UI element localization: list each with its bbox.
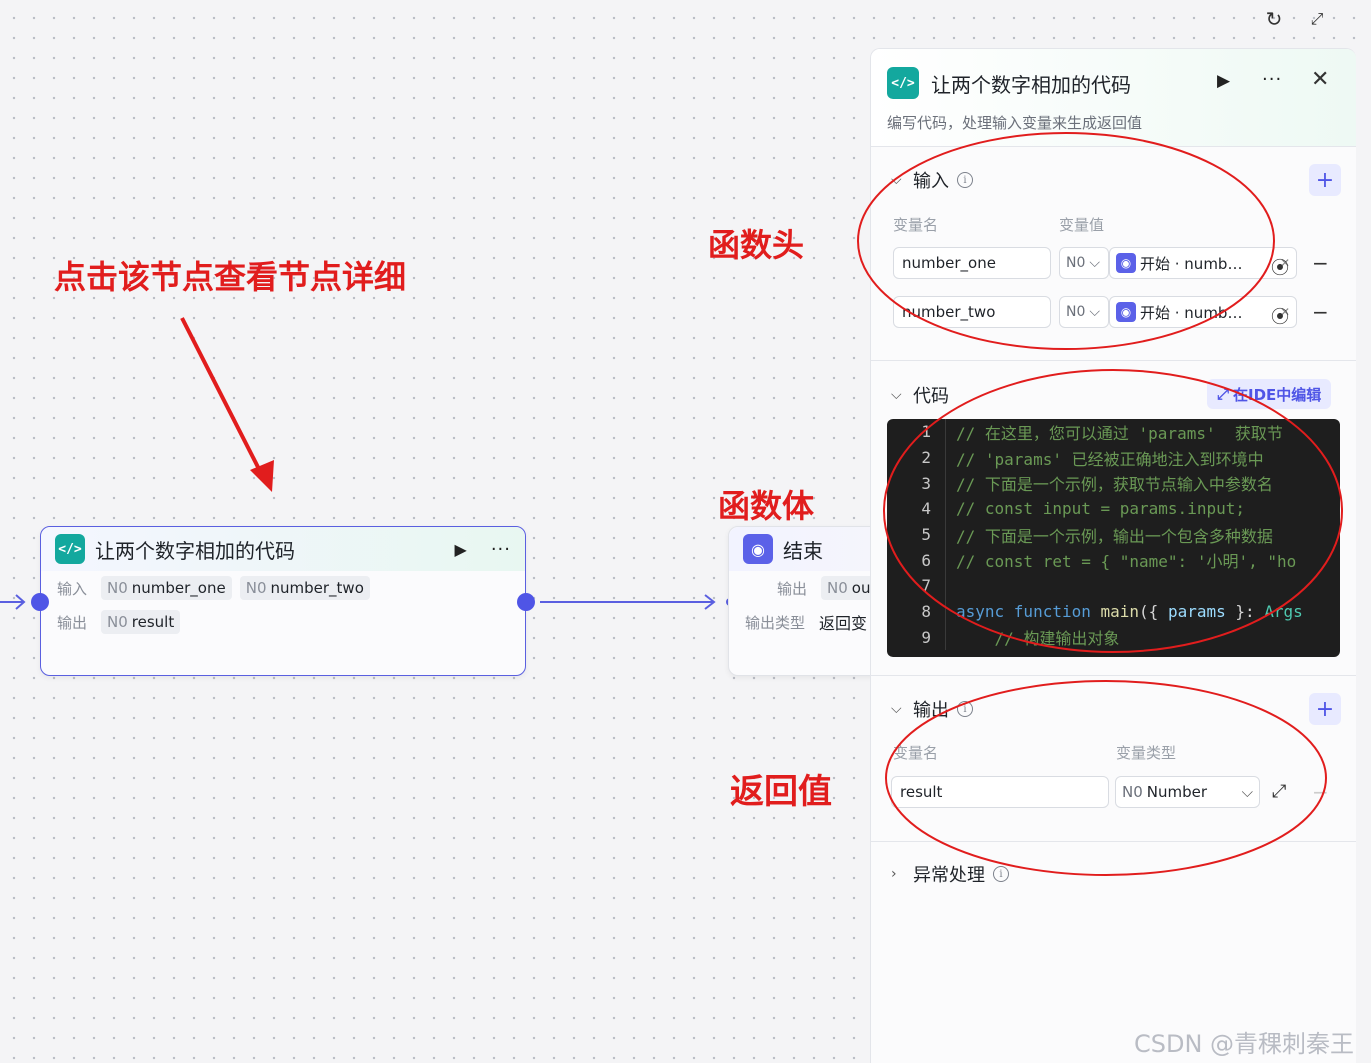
output-handle[interactable] [517, 593, 535, 611]
code-node-output-row: 输出 N0 result [41, 605, 525, 639]
code-editor[interactable]: 1// 在这里，您可以通过 'params' 获取节 2// 'params' … [887, 419, 1340, 657]
panel-subtitle: 编写代码，处理输入变量来生成返回值 [887, 114, 1143, 132]
refresh-icon[interactable]: ↻ [1261, 6, 1287, 32]
info-icon: i [957, 701, 973, 717]
ref-node-icon: ◉ [1116, 302, 1136, 322]
output-name-field[interactable]: result [891, 776, 1109, 808]
input-ref-field[interactable]: ◉ 开始 · numb… ✕ [1109, 296, 1297, 328]
input-type-select[interactable]: N0 ⌵ [1059, 247, 1109, 279]
chevron-down-icon: ⌵ [891, 387, 902, 403]
annotation-arrow [180, 317, 274, 492]
end-output-type-value: 返回变 [819, 614, 868, 633]
code-node-title: 让两个数字相加的代码 [95, 538, 295, 563]
panel-header: </> 让两个数字相加的代码 ▶ ··· ✕ 编写代码，处理输入变量来生成返回值 [871, 49, 1356, 147]
col-var-name: 变量名 [893, 216, 939, 234]
input-label: 输入 [57, 579, 88, 598]
chevron-down-icon: ⌵ [891, 172, 902, 188]
run-icon[interactable]: ▶ [455, 540, 467, 559]
output-label: 输出 [57, 613, 88, 632]
output-tag: N0 result [101, 610, 181, 634]
output-section-header[interactable]: ⌵ 输出 i [891, 696, 973, 722]
annotation-click-hint: 点击该节点查看节点详细 [54, 258, 407, 296]
col-var-type: 变量类型 [1116, 744, 1177, 762]
code-icon: </> [887, 67, 919, 99]
input-name-field[interactable]: number_one [893, 247, 1051, 279]
expand-icon[interactable]: ⤢ [1272, 781, 1286, 802]
add-output-button[interactable]: + [1309, 693, 1341, 725]
end-output-tag: N0 ou [821, 576, 877, 600]
code-section-header[interactable]: ⌵ 代码 [891, 382, 949, 408]
end-output-type-label: 输出类型 [745, 613, 806, 632]
panel-title: 让两个数字相加的代码 [931, 73, 1131, 97]
more-icon[interactable]: ··· [1262, 69, 1282, 90]
code-node-detail-panel: </> 让两个数字相加的代码 ▶ ··· ✕ 编写代码，处理输入变量来生成返回值… [870, 48, 1356, 1063]
end-output-label: 输出 [777, 579, 808, 598]
output-type-select[interactable]: N0 Number ⌵ [1115, 776, 1260, 808]
chevron-down-icon: ⌵ [891, 701, 902, 717]
input-type-select[interactable]: N0 ⌵ [1059, 296, 1109, 328]
ref-node-icon: ◉ [1116, 253, 1136, 273]
end-icon: ◉ [743, 534, 773, 564]
annotation-func-head: 函数头 [708, 226, 805, 264]
divider [871, 841, 1356, 842]
input-section-title: 输入 [913, 171, 949, 192]
code-node-input-row: 输入 N0 number_one N0 number_two [41, 571, 525, 605]
input-section-header[interactable]: ⌵ 输入 i [891, 167, 973, 193]
code-icon: </> [55, 534, 85, 564]
close-icon[interactable]: ✕ [1311, 67, 1329, 92]
output-section-title: 输出 [913, 700, 949, 721]
target-icon[interactable]: ⦿ [1271, 254, 1289, 280]
run-icon[interactable]: ▶ [1217, 71, 1230, 91]
col-var-value: 变量值 [1059, 216, 1105, 234]
target-icon[interactable]: ⦿ [1271, 303, 1289, 329]
add-input-button[interactable]: + [1309, 164, 1341, 196]
divider [871, 360, 1356, 361]
annotation-return-value: 返回值 [730, 772, 832, 812]
chevron-right-icon: › [891, 866, 897, 882]
input-tag: N0 number_two [239, 576, 370, 600]
edit-in-ide-button[interactable]: ⤢ 在IDE中编辑 [1207, 379, 1332, 409]
end-node-title: 结束 [783, 538, 823, 563]
annotation-func-body: 函数体 [718, 487, 815, 525]
code-node-header: </> 让两个数字相加的代码 ▶ ··· [41, 527, 525, 571]
input-name-field[interactable]: number_two [893, 296, 1051, 328]
divider [871, 675, 1356, 676]
col-var-name: 变量名 [893, 744, 939, 762]
input-ref-field[interactable]: ◉ 开始 · numb… ✕ [1109, 247, 1297, 279]
input-tag: N0 number_one [101, 576, 232, 600]
input-handle[interactable] [31, 593, 49, 611]
remove-output-button[interactable]: − [1312, 780, 1329, 804]
info-icon: i [993, 866, 1009, 882]
watermark: CSDN @青稞刺秦王 [1134, 1030, 1355, 1058]
more-icon[interactable]: ··· [491, 539, 511, 560]
exception-section-title: 异常处理 [913, 865, 985, 886]
fullscreen-icon[interactable]: ⤢ [1304, 6, 1330, 32]
info-icon: i [957, 172, 973, 188]
expand-icon: ⤢ [1217, 385, 1230, 403]
exception-section-header[interactable]: › 异常处理 i [891, 861, 1009, 887]
code-section-title: 代码 [913, 386, 949, 407]
code-node[interactable]: </> 让两个数字相加的代码 ▶ ··· 输入 N0 number_one N0 n… [31, 526, 535, 676]
remove-input-button[interactable]: − [1312, 251, 1329, 275]
remove-input-button[interactable]: − [1312, 300, 1329, 324]
